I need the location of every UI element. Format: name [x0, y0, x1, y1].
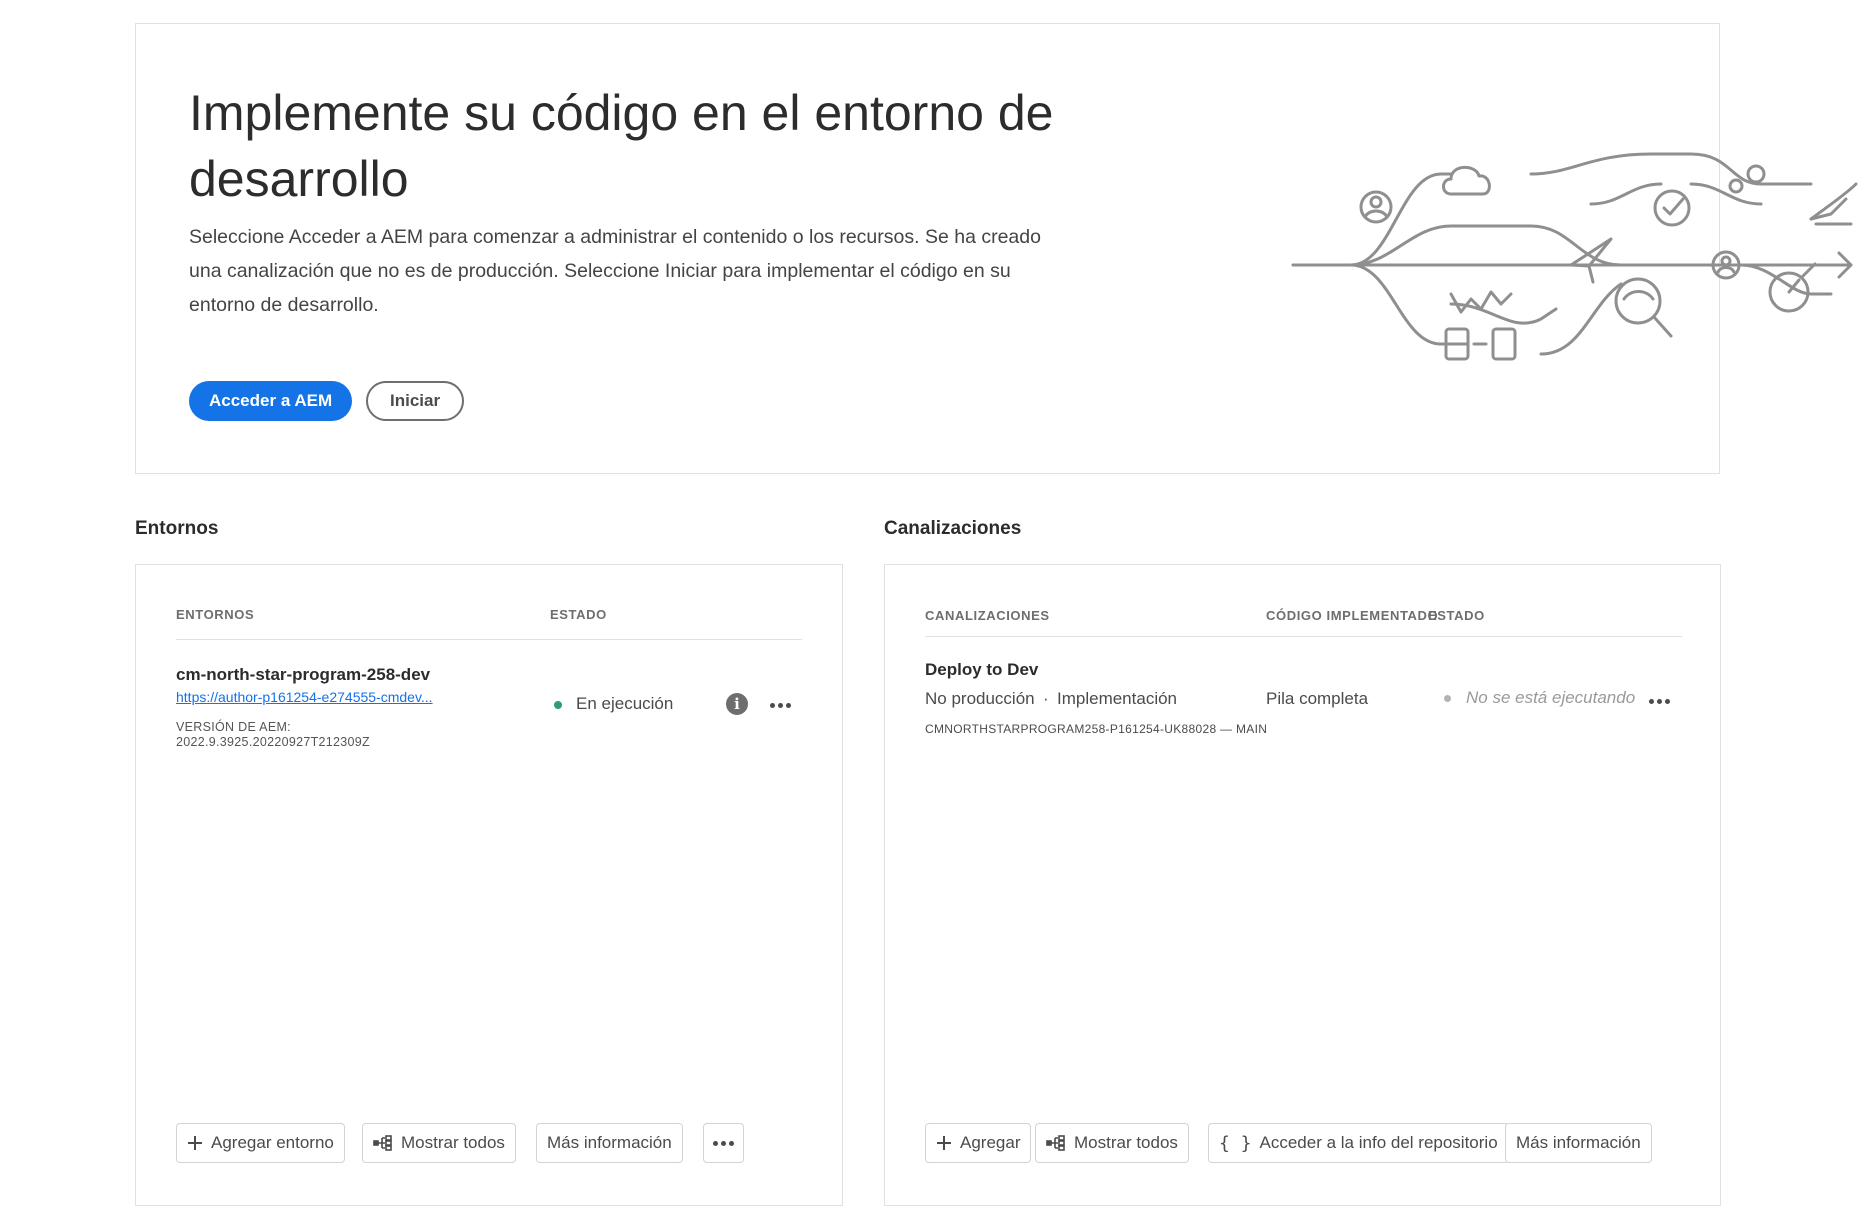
add-icon [936, 1135, 952, 1151]
col-header-status: ESTADO [1428, 608, 1485, 623]
info-icon[interactable]: i [726, 693, 748, 715]
workflow-illustration [1291, 152, 1858, 361]
header-divider [925, 636, 1682, 637]
status-dot [1444, 695, 1451, 702]
pipeline-deployed-code: Pila completa [1266, 689, 1369, 708]
col-header-pipelines: CANALIZACIONES [925, 608, 1050, 623]
more-info-environments-button[interactable]: Más información [536, 1123, 683, 1163]
more-info-pipelines-button[interactable]: Más información [1505, 1123, 1652, 1163]
environments-more-button[interactable] [703, 1123, 744, 1163]
col-header-status: ESTADO [550, 607, 607, 622]
add-icon [187, 1135, 203, 1151]
show-all-environments-button[interactable]: Mostrar todos [362, 1123, 516, 1163]
more-info-label: Más información [547, 1133, 672, 1152]
repository-info-label: Acceder a la info del repositorio [1259, 1133, 1498, 1152]
aem-version-label: VERSIÓN DE AEM: [176, 720, 291, 734]
pipelines-card: CANALIZACIONES CÓDIGO IMPLEMENTADO ESTAD… [884, 564, 1721, 1206]
environment-name: cm-north-star-program-258-dev [176, 665, 431, 684]
add-pipeline-label: Agregar [960, 1133, 1021, 1152]
pipeline-name: Deploy to Dev [925, 660, 1039, 679]
status-dot [554, 701, 562, 709]
add-environment-button[interactable]: Agregar entorno [176, 1123, 345, 1163]
hierarchy-icon [1046, 1135, 1066, 1151]
show-all-pipelines-button[interactable]: Mostrar todos [1035, 1123, 1189, 1163]
environments-card: ENTORNOS ESTADO cm-north-star-program-25… [135, 564, 843, 1206]
access-aem-button[interactable]: Acceder a AEM [189, 381, 353, 421]
show-all-label: Mostrar todos [1074, 1133, 1178, 1152]
hero-card: Implemente su código en el entorno de de… [135, 23, 1858, 474]
more-icon [708, 1131, 740, 1155]
pipeline-subtype: Implementación [1057, 689, 1178, 708]
environments-heading: Entornos [135, 518, 219, 539]
pipeline-more-icon[interactable] [1643, 689, 1675, 713]
environment-more-icon[interactable] [764, 693, 796, 717]
pipeline-type: No producción [925, 689, 1035, 708]
environment-status: En ejecución [576, 694, 674, 713]
hierarchy-icon [373, 1135, 393, 1151]
environment-url-link[interactable]: https://author-p161254-e274555-cmdev... [176, 689, 433, 705]
add-environment-label: Agregar entorno [211, 1133, 334, 1152]
pipeline-status: No se está ejecutando [1466, 688, 1636, 707]
hero-title: Implemente su código en el entorno de de… [189, 85, 1054, 207]
col-header-environments: ENTORNOS [176, 607, 255, 622]
more-info-label: Más información [1516, 1133, 1641, 1152]
col-header-deployed-code: CÓDIGO IMPLEMENTADO [1266, 608, 1439, 623]
add-pipeline-button[interactable]: Agregar [925, 1123, 1032, 1163]
start-button[interactable]: Iniciar [366, 381, 465, 421]
aem-version-value: 2022.9.3925.20220927T212309Z [176, 735, 370, 749]
show-all-label: Mostrar todos [401, 1133, 505, 1152]
pipeline-type-separator: · [1043, 689, 1049, 708]
pipeline-repo: CMNORTHSTARPROGRAM258-P161254-UK88028 — … [925, 722, 1268, 736]
pipelines-heading: Canalizaciones [884, 518, 1022, 539]
header-divider [176, 639, 802, 640]
code-braces-icon: { } [1219, 1132, 1252, 1154]
repository-info-button[interactable]: { } Acceder a la info del repositorio [1208, 1123, 1509, 1163]
hero-description: Seleccione Acceder a AEM para comenzar a… [189, 226, 1041, 316]
